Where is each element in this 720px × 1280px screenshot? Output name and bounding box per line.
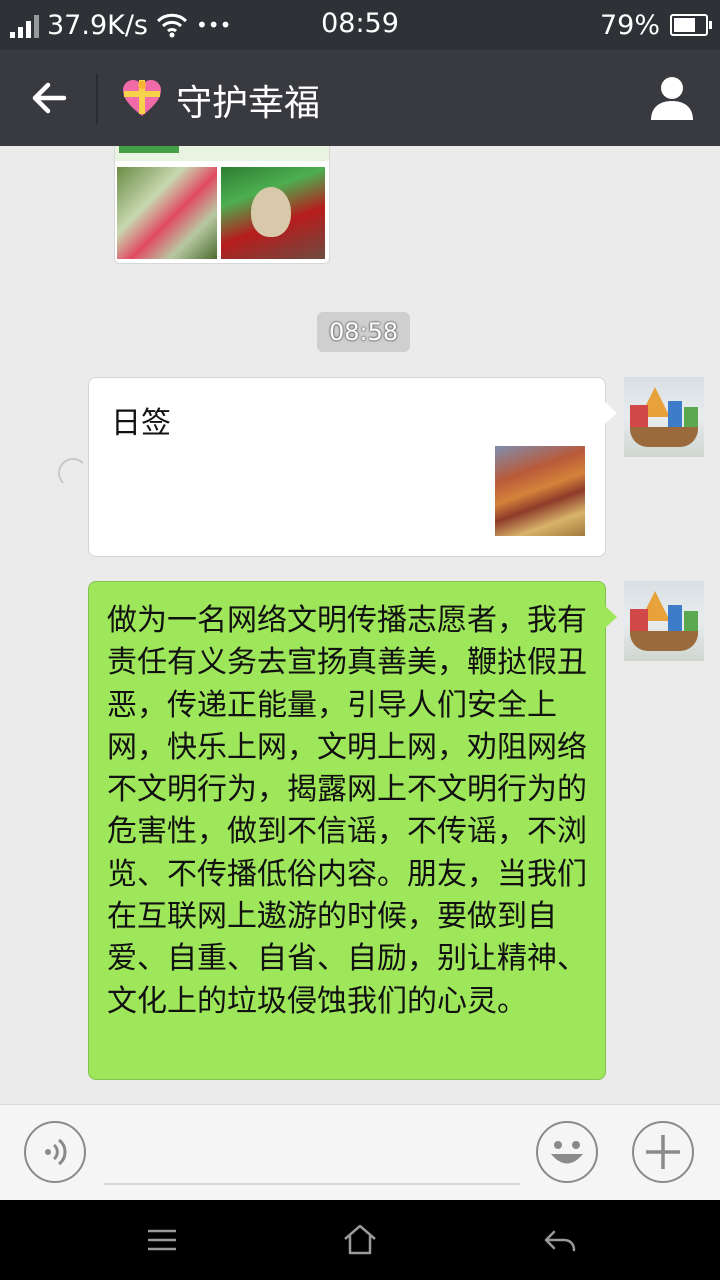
- chat-title: 守护幸福: [176, 83, 321, 124]
- voice-icon: [45, 1138, 67, 1166]
- more-button[interactable]: [632, 1121, 694, 1183]
- image-banner-tag: [119, 146, 179, 153]
- message-timestamp: 08:58: [317, 312, 411, 352]
- message-input[interactable]: [104, 1183, 520, 1185]
- plus-icon: [646, 1135, 680, 1169]
- back-arrow-icon[interactable]: [22, 70, 78, 126]
- title-divider: [96, 74, 98, 124]
- person-icon[interactable]: [646, 72, 698, 124]
- sending-spinner-icon: [58, 458, 88, 488]
- chat-area[interactable]: 08:58 日签 做为一名网络文明传播志愿者，我有责任有义务去宣扬真善美，鞭挞假…: [0, 146, 720, 1104]
- chat-title-bar: 守护幸福: [0, 50, 720, 146]
- avatar-house: [630, 405, 648, 429]
- status-bar: 37.9K/s ••• 08:59 79%: [0, 0, 720, 50]
- image-message[interactable]: [114, 146, 330, 264]
- emoji-button[interactable]: [536, 1121, 598, 1183]
- smiley-icon: [551, 1141, 583, 1164]
- input-bar: [0, 1104, 720, 1201]
- status-right: 79%: [599, 8, 712, 42]
- menu-icon[interactable]: [142, 1220, 182, 1260]
- battery-fill: [674, 18, 695, 32]
- link-card-thumbnail: [495, 446, 585, 536]
- text-message: 做为一名网络文明传播志愿者，我有责任有义务去宣扬真善美，鞭挞假丑恶，传递正能量，…: [107, 603, 587, 1019]
- system-nav-bar: [0, 1200, 720, 1280]
- product-photo-2: [221, 167, 325, 259]
- back-icon[interactable]: [540, 1220, 580, 1260]
- text-message-bubble[interactable]: 做为一名网络文明传播志愿者，我有责任有义务去宣扬真善美，鞭挞假丑恶，传递正能量，…: [88, 581, 617, 1080]
- sender-avatar[interactable]: [624, 581, 704, 661]
- link-card-message[interactable]: 日签: [88, 377, 617, 557]
- battery-percent: 79%: [599, 9, 660, 41]
- avatar-house: [630, 609, 648, 633]
- image-banner: [115, 146, 329, 161]
- avatar-house: [684, 611, 698, 633]
- package-portrait: [251, 187, 291, 237]
- sender-avatar[interactable]: [624, 377, 704, 457]
- battery-icon: [670, 14, 712, 36]
- gift-heart-icon: [123, 80, 161, 116]
- product-photo-1: [117, 167, 217, 259]
- avatar-boat: [630, 631, 698, 651]
- avatar-house: [684, 407, 698, 429]
- home-icon[interactable]: [340, 1220, 380, 1260]
- voice-button[interactable]: [24, 1121, 86, 1183]
- avatar-house: [668, 605, 682, 631]
- avatar-house: [668, 401, 682, 427]
- link-card-title: 日签: [111, 406, 171, 441]
- avatar-boat: [630, 427, 698, 447]
